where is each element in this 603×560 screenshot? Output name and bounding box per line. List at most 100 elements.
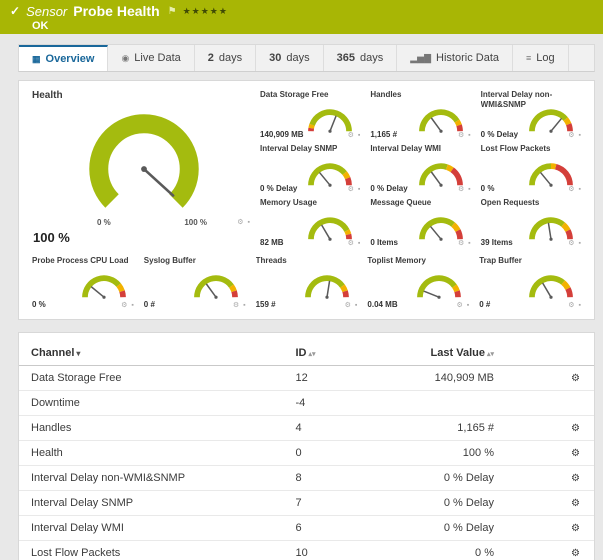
cell-id: 6 [284,516,365,541]
pin-icon[interactable]: ▪ [243,302,246,309]
table-row-health[interactable]: Health 0 100 % ⚙ [19,441,594,466]
channel-settings-gear-icon[interactable]: ⚙ [571,423,580,434]
pin-icon[interactable]: ▪ [579,240,582,247]
gear-icon[interactable]: ⚙ [121,302,128,309]
gear-icon[interactable]: ⚙ [568,302,575,309]
tab-label: Overview [46,53,95,65]
channel-settings-gear-icon[interactable]: ⚙ [571,448,580,459]
pin-icon[interactable]: ▪ [579,186,582,193]
tab-overview[interactable]: ▦ Overview [19,45,108,71]
gear-icon[interactable]: ⚙ [348,186,355,193]
gear-icon[interactable]: ⚙ [348,240,355,247]
flag-icon[interactable]: ⚑ [168,6,177,17]
gear-icon[interactable]: ⚙ [348,132,355,139]
gauge-title: Threads [256,256,358,266]
gauge-title: Syslog Buffer [144,256,246,266]
gauge-title: Message Queue [370,198,470,208]
channel-settings-gear-icon[interactable]: ⚙ [571,473,580,484]
pin-icon[interactable]: ▪ [468,132,471,139]
pin-icon[interactable]: ▪ [358,186,361,193]
gear-icon[interactable]: ⚙ [237,219,244,226]
cell-id: -4 [284,391,365,416]
gauge-scale-labels: 0 % 100 % [97,218,207,227]
gauge-tile-interval-delay-snmp: Interval Delay SNMP 0 % Delay ⚙ ▪ [255,141,365,195]
gauge-icons: ⚙ ▪ [237,218,251,226]
gear-icon[interactable]: ⚙ [458,240,465,247]
gauge-value: 0 % Delay [370,184,407,193]
tab-label: days [286,52,309,64]
sensor-name: Probe Health [73,3,159,19]
tab-live-data[interactable]: ◉ Live Data [108,45,194,71]
overview-icon: ▦ [32,54,41,65]
pin-icon[interactable]: ▪ [355,302,358,309]
pin-icon[interactable]: ▪ [467,302,470,309]
gear-icon[interactable]: ⚙ [568,132,575,139]
gauge-title: Data Storage Free [260,90,360,100]
cell-channel: Health [19,441,284,466]
cell-last-value: 1,165 # [364,416,502,441]
cell-channel: Handles [19,416,284,441]
gauge-icons: ⚙ ▪ [568,301,582,309]
pin-icon[interactable]: ▪ [358,132,361,139]
sort-desc-icon[interactable]: ▾ [76,349,80,358]
pin-icon[interactable]: ▪ [248,219,251,226]
sort-both-icon[interactable]: ▴▾ [487,351,494,358]
gauge-title: Interval Delay SNMP [260,144,360,154]
priority-stars[interactable]: ★★★★★ [183,6,228,17]
channel-settings-gear-icon[interactable]: ⚙ [571,498,580,509]
pin-icon[interactable]: ▪ [579,302,582,309]
gear-icon[interactable]: ⚙ [458,132,465,139]
cell-last-value [364,391,502,416]
sort-both-icon[interactable]: ▴▾ [309,351,316,358]
table-row-interval-delay-non-wmi-snmp[interactable]: Interval Delay non-WMI&SNMP 8 0 % Delay … [19,466,594,491]
tab-label: Live Data [134,52,180,64]
gauge-tile-message-queue: Message Queue 0 Items⚙ ▪ [365,195,475,249]
gauge-value: 140,909 MB [260,130,304,139]
channel-settings-gear-icon[interactable]: ⚙ [571,373,580,384]
gauge-min-label: 0 % [97,218,111,227]
cell-last-value: 0 % Delay [364,466,502,491]
table-row-lost-flow-packets[interactable]: Lost Flow Packets 10 0 % ⚙ [19,541,594,560]
gear-icon[interactable]: ⚙ [568,186,575,193]
tab-num: 365 [337,52,355,64]
cell-id: 0 [284,441,365,466]
tab-log[interactable]: ≡ Log [513,45,569,71]
col-header-channel[interactable]: Channel▾ [19,341,284,366]
table-row-interval-delay-snmp[interactable]: Interval Delay SNMP 7 0 % Delay ⚙ [19,491,594,516]
table-row-downtime[interactable]: Downtime -4 [19,391,594,416]
cell-last-value: 0 % Delay [364,491,502,516]
pin-icon[interactable]: ▪ [358,240,361,247]
col-header-id[interactable]: ID▴▾ [284,341,365,366]
gear-icon[interactable]: ⚙ [345,302,352,309]
gauge-title: Handles [370,90,470,100]
col-header-settings [502,341,594,366]
table-row-handles[interactable]: Handles 4 1,165 # ⚙ [19,416,594,441]
table-row-interval-delay-wmi[interactable]: Interval Delay WMI 6 0 % Delay ⚙ [19,516,594,541]
gauge-icons: ⚙ ▪ [568,239,582,247]
health-gauge [71,99,217,234]
table-row-data-storage-free[interactable]: Data Storage Free 12 140,909 MB ⚙ [19,366,594,391]
pin-icon[interactable]: ▪ [468,186,471,193]
pin-icon[interactable]: ▪ [468,240,471,247]
channel-settings-gear-icon[interactable]: ⚙ [571,548,580,559]
cell-id: 10 [284,541,365,560]
trap-buffer-gauge [519,268,583,301]
tab-365-days[interactable]: 365 days [324,45,398,71]
gear-icon[interactable]: ⚙ [568,240,575,247]
gear-icon[interactable]: ⚙ [458,186,465,193]
gauge-value: 0 % Delay [481,130,518,139]
gauge-value: 0 % Delay [260,184,297,193]
gear-icon[interactable]: ⚙ [233,302,240,309]
channel-settings-gear-icon[interactable]: ⚙ [571,523,580,534]
tab-2-days[interactable]: 2 days [195,45,256,71]
pin-icon[interactable]: ▪ [131,302,134,309]
gauge-icons: ⚙ ▪ [568,185,582,193]
cell-channel: Interval Delay SNMP [19,491,284,516]
tab-bar: ▦ Overview ◉ Live Data 2 days 30 days 36… [18,44,595,72]
tab-historic-data[interactable]: ▂▅▇ Historic Data [397,45,513,71]
gear-icon[interactable]: ⚙ [456,302,463,309]
tab-30-days[interactable]: 30 days [256,45,324,71]
col-header-last-value[interactable]: Last Value▴▾ [364,341,502,366]
gauge-max-label: 100 % [184,218,207,227]
pin-icon[interactable]: ▪ [579,132,582,139]
